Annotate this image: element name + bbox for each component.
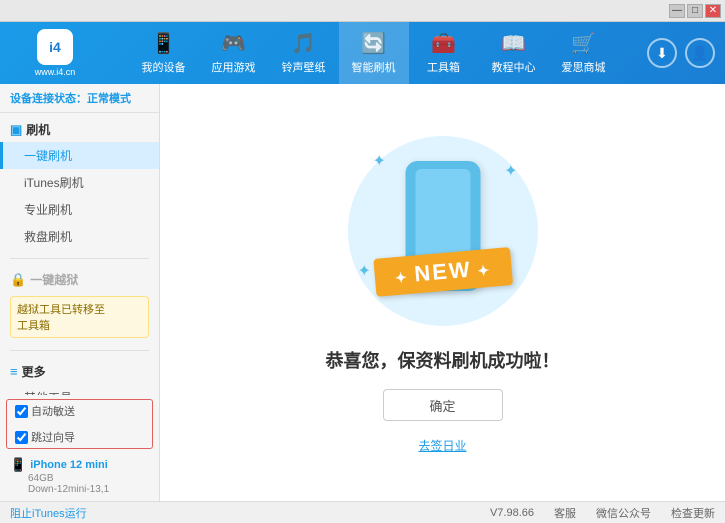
sidebar-section-flash: ▣ 刷机 一键刷机 iTunes刷机 专业刷机 救盘刷机 bbox=[0, 113, 159, 254]
version-label: V7.98.66 bbox=[490, 507, 534, 519]
auto-send-label: 自动敏送 bbox=[31, 403, 75, 419]
one-click-flash-label: 一键刷机 bbox=[24, 149, 72, 163]
sidebar-item-other-tools[interactable]: 其他工具 bbox=[0, 384, 159, 395]
status-value: 正常模式 bbox=[87, 93, 131, 105]
customer-service-link[interactable]: 客服 bbox=[554, 505, 576, 521]
close-button[interactable]: ✕ bbox=[705, 4, 721, 18]
nav-toolbox-label: 工具箱 bbox=[427, 59, 460, 75]
nav-store[interactable]: 🛒 爱思商城 bbox=[549, 22, 619, 84]
tutorials-icon: 📖 bbox=[501, 31, 526, 56]
toolbox-icon: 🧰 bbox=[431, 31, 456, 56]
bottom-bar: 阻止iTunes运行 V7.98.66 客服 微信公众号 检查更新 bbox=[0, 501, 725, 523]
other-tools-label: 其他工具 bbox=[24, 391, 72, 395]
nav-toolbox[interactable]: 🧰 工具箱 bbox=[409, 22, 479, 84]
device-name: iPhone 12 mini bbox=[30, 459, 108, 471]
nav-tutorials[interactable]: 📖 教程中心 bbox=[479, 22, 549, 84]
pro-flash-label: 专业刷机 bbox=[24, 203, 72, 217]
checkbox-skip-guide[interactable]: 跳过向导 bbox=[15, 429, 75, 445]
maximize-button[interactable]: □ bbox=[687, 4, 703, 18]
device-version: Down-12mini-13,1 bbox=[10, 484, 149, 495]
sidebar-device-section: 📱 iPhone 12 mini 64GB Down-12mini-13,1 bbox=[0, 453, 159, 501]
sparkle-1: ✦ bbox=[373, 151, 386, 171]
device-storage: 64GB bbox=[10, 473, 149, 484]
download-button[interactable]: ⬇ bbox=[647, 38, 677, 68]
smart-flash-icon: 🔄 bbox=[361, 31, 386, 56]
success-illustration: ✦ ✦ ✦ NEW bbox=[343, 131, 543, 331]
skip-guide-checkbox[interactable] bbox=[15, 431, 28, 444]
nav-smart-flash-label: 智能刷机 bbox=[352, 59, 396, 75]
jailbreak-icon: 🔒 bbox=[10, 272, 26, 288]
sidebar-checkboxes: 自动敏送 跳过向导 bbox=[6, 399, 153, 449]
checkbox-auto-send[interactable]: 自动敏送 bbox=[15, 403, 75, 419]
status-label: 设备连接状态： bbox=[10, 93, 87, 105]
sidebar-item-pro-flash[interactable]: 专业刷机 bbox=[0, 196, 159, 223]
nav-items: 📱 我的设备 🎮 应用游戏 🎵 铃声壁纸 🔄 智能刷机 🧰 工具箱 📖 教程中心… bbox=[100, 22, 647, 84]
nav-apps-games-label: 应用游戏 bbox=[212, 59, 256, 75]
nav-ringtones-label: 铃声壁纸 bbox=[282, 59, 326, 75]
sidebar-section-more: ≡ 更多 其他工具 下载固件 高级功能 bbox=[0, 355, 159, 395]
confirm-button[interactable]: 确定 bbox=[383, 389, 503, 421]
more-icon: ≡ bbox=[10, 364, 18, 379]
minimize-button[interactable]: — bbox=[669, 4, 685, 18]
ringtones-icon: 🎵 bbox=[291, 31, 316, 56]
more-label: 更多 bbox=[22, 363, 46, 380]
nav-store-label: 爱思商城 bbox=[562, 59, 606, 75]
nav-my-device-label: 我的设备 bbox=[142, 59, 186, 75]
user-button[interactable]: 👤 bbox=[685, 38, 715, 68]
device-row: 📱 iPhone 12 mini bbox=[10, 457, 149, 473]
auto-send-checkbox[interactable] bbox=[15, 405, 28, 418]
flash-section-label: 刷机 bbox=[26, 121, 50, 138]
itunes-label: 阻止iTunes运行 bbox=[10, 505, 87, 521]
jailbreak-section-title: 🔒 一键越狱 bbox=[0, 267, 159, 292]
sparkle-2: ✦ bbox=[504, 161, 517, 181]
itunes-flash-label: iTunes刷机 bbox=[24, 176, 84, 190]
sidebar-item-one-click-flash[interactable]: 一键刷机 bbox=[0, 142, 159, 169]
my-device-icon: 📱 bbox=[151, 31, 176, 56]
nav-ringtones[interactable]: 🎵 铃声壁纸 bbox=[269, 22, 339, 84]
sidebar-item-save-flash[interactable]: 救盘刷机 bbox=[0, 223, 159, 250]
jailbreak-label: 一键越狱 bbox=[30, 271, 78, 288]
content-area: ✦ ✦ ✦ NEW 恭喜您，保资料刷机成功啦！ 确定 去签日业 bbox=[160, 84, 725, 501]
sidebar-divider-1 bbox=[10, 258, 149, 259]
header: i4 www.i4.cn 📱 我的设备 🎮 应用游戏 🎵 铃声壁纸 🔄 智能刷机… bbox=[0, 22, 725, 84]
status-bar: 设备连接状态：正常模式 bbox=[0, 84, 159, 113]
bottom-right: V7.98.66 客服 微信公众号 检查更新 bbox=[490, 505, 715, 521]
title-bar: — □ ✕ bbox=[0, 0, 725, 22]
logo-area: i4 www.i4.cn bbox=[10, 29, 100, 77]
wechat-link[interactable]: 微信公众号 bbox=[596, 505, 651, 521]
jailbreak-notice: 越狱工具已转移至工具箱 bbox=[10, 296, 149, 338]
confirm-button-label: 确定 bbox=[429, 396, 455, 415]
more-section-title: ≡ 更多 bbox=[0, 359, 159, 384]
flash-section-icon: ▣ bbox=[10, 122, 22, 138]
store-icon: 🛒 bbox=[571, 31, 596, 56]
apps-games-icon: 🎮 bbox=[221, 31, 246, 56]
flash-section-title: ▣ 刷机 bbox=[0, 117, 159, 142]
goto-daily-link[interactable]: 去签日业 bbox=[418, 437, 466, 454]
device-phone-icon: 📱 bbox=[10, 457, 26, 473]
check-update-link[interactable]: 检查更新 bbox=[671, 505, 715, 521]
logo-icon: i4 bbox=[37, 29, 73, 65]
nav-my-device[interactable]: 📱 我的设备 bbox=[129, 22, 199, 84]
nav-tutorials-label: 教程中心 bbox=[492, 59, 536, 75]
sidebar-item-itunes-flash[interactable]: iTunes刷机 bbox=[0, 169, 159, 196]
save-flash-label: 救盘刷机 bbox=[24, 230, 72, 244]
itunes-bar: 阻止iTunes运行 bbox=[10, 505, 87, 521]
sidebar: 设备连接状态：正常模式 ▣ 刷机 一键刷机 iTunes刷机 专业刷机 救 bbox=[0, 84, 160, 501]
nav-apps-games[interactable]: 🎮 应用游戏 bbox=[199, 22, 269, 84]
sidebar-scroll: 设备连接状态：正常模式 ▣ 刷机 一键刷机 iTunes刷机 专业刷机 救 bbox=[0, 84, 159, 395]
sidebar-divider-2 bbox=[10, 350, 149, 351]
sidebar-section-jailbreak: 🔒 一键越狱 越狱工具已转移至工具箱 bbox=[0, 263, 159, 346]
nav-smart-flash[interactable]: 🔄 智能刷机 bbox=[339, 22, 409, 84]
main-area: 设备连接状态：正常模式 ▣ 刷机 一键刷机 iTunes刷机 专业刷机 救 bbox=[0, 84, 725, 501]
success-text: 恭喜您，保资料刷机成功啦！ bbox=[326, 347, 560, 373]
skip-guide-label: 跳过向导 bbox=[31, 429, 75, 445]
sparkle-3: ✦ bbox=[358, 261, 371, 281]
nav-right: ⬇ 👤 bbox=[647, 38, 715, 68]
logo-text: www.i4.cn bbox=[35, 67, 76, 77]
